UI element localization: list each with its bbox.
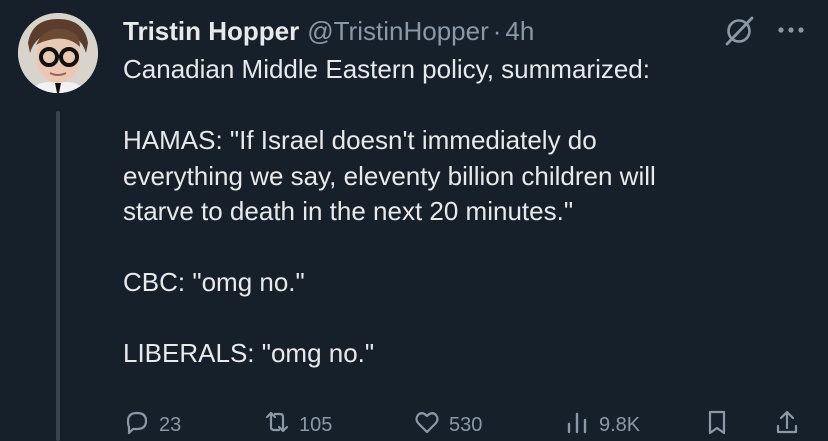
thread-line: [56, 111, 60, 441]
separator-dot: ·: [492, 15, 502, 46]
like-button[interactable]: 530: [413, 408, 482, 437]
bookmark-button[interactable]: [703, 408, 731, 436]
tweet-line: LIBERALS: "omg no.": [123, 338, 375, 368]
more-icon[interactable]: [776, 24, 806, 36]
like-count: 530: [449, 414, 483, 436]
avatar[interactable]: [18, 13, 98, 93]
timestamp[interactable]: 4h: [505, 16, 534, 47]
reply-count: 23: [159, 414, 182, 436]
reply-icon: [126, 411, 148, 435]
tweet-line: HAMAS: "If Israel doesn't immediately do: [123, 125, 597, 155]
author-handle[interactable]: @TristinHopper: [307, 16, 488, 47]
tweet-text: Canadian Middle Eastern policy, summariz…: [123, 52, 813, 372]
views-button[interactable]: 9.8K: [563, 408, 640, 437]
tweet-line: starve to death in the next 20 minutes.": [123, 196, 574, 226]
tweet-line: CBC: "omg no.": [123, 267, 305, 297]
action-bar: 23 105 530 9.8K: [123, 408, 813, 438]
grok-icon[interactable]: [722, 14, 756, 48]
tweet-header: Tristin Hopper @TristinHopper · 4h: [123, 14, 534, 48]
reply-button[interactable]: 23: [123, 408, 181, 437]
share-button[interactable]: [773, 408, 801, 436]
repost-icon: [265, 411, 289, 433]
views-icon: [567, 412, 587, 434]
share-icon: [776, 410, 798, 434]
like-icon: [415, 412, 439, 434]
author-name[interactable]: Tristin Hopper: [123, 16, 299, 47]
views-count: 9.8K: [599, 414, 641, 436]
repost-button[interactable]: 105: [263, 408, 332, 437]
tweet-line: Canadian Middle Eastern policy, summariz…: [123, 54, 650, 84]
repost-count: 105: [299, 414, 333, 436]
bookmark-icon: [708, 410, 726, 435]
tweet-line: everything we say, eleventy billion chil…: [123, 160, 656, 191]
